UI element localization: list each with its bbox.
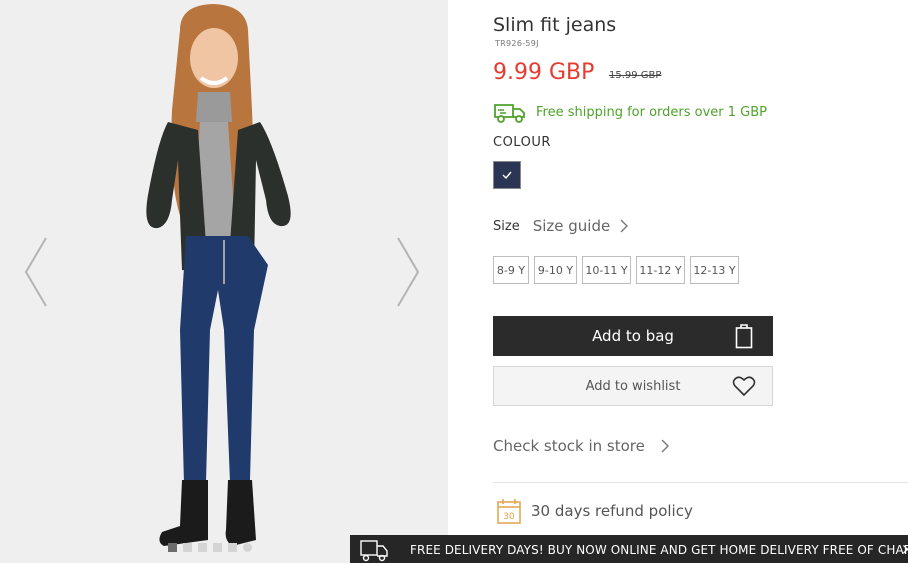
chevron-right-icon — [661, 439, 669, 453]
size-option[interactable]: 10-11 Y — [582, 256, 631, 284]
heart-icon — [732, 376, 756, 397]
gallery-dot[interactable] — [228, 543, 237, 552]
gallery-dot[interactable] — [213, 543, 222, 552]
close-banner-icon[interactable]: × — [901, 540, 908, 558]
check-stock-link[interactable]: Check stock in store — [493, 437, 669, 455]
size-label: Size — [493, 218, 520, 234]
product-info: Slim fit jeans TR926-59J 9.99 GBP 15.99 … — [493, 0, 908, 563]
free-shipping-notice: Free shipping for orders over 1 GBP — [493, 100, 767, 124]
delivery-truck-icon — [360, 540, 388, 562]
calendar-icon-text: 30 — [503, 512, 515, 522]
gallery-next-arrow-icon[interactable] — [396, 236, 420, 308]
add-to-bag-label: Add to bag — [592, 327, 674, 345]
product-photo — [146, 4, 291, 546]
calendar-icon: 30 — [497, 499, 521, 524]
gallery-dot[interactable] — [168, 543, 177, 552]
product-title: Slim fit jeans — [493, 14, 617, 36]
free-shipping-text: Free shipping for orders over 1 GBP — [536, 104, 768, 120]
refund-policy: 30 30 days refund policy — [497, 498, 693, 524]
add-to-bag-button[interactable]: Add to bag — [493, 316, 773, 356]
truck-icon — [494, 104, 525, 123]
refund-policy-text: 30 days refund policy — [531, 502, 693, 520]
gallery-dot[interactable] — [183, 543, 192, 552]
gallery-pagination — [168, 543, 252, 552]
product-gallery — [0, 0, 448, 563]
size-options: 8-9 Y 9-10 Y 10-11 Y 11-12 Y 12-13 Y — [493, 256, 739, 284]
chevron-right-icon — [620, 219, 629, 233]
size-option[interactable]: 9-10 Y — [534, 256, 577, 284]
check-stock-label: Check stock in store — [493, 437, 645, 455]
product-price: 9.99 GBP — [493, 60, 595, 85]
colour-swatch-navy[interactable] — [493, 161, 521, 189]
gallery-dot[interactable] — [243, 543, 252, 552]
product-old-price: 15.99 GBP — [609, 70, 662, 81]
gallery-dot[interactable] — [198, 543, 207, 552]
size-option[interactable]: 11-12 Y — [636, 256, 685, 284]
gallery-prev-arrow-icon[interactable] — [24, 236, 48, 308]
product-sku: TR926-59J — [495, 39, 539, 48]
check-icon — [502, 171, 512, 179]
size-option[interactable]: 12-13 Y — [690, 256, 739, 284]
delivery-banner: FREE DELIVERY DAYS! BUY NOW ONLINE AND G… — [350, 535, 908, 563]
size-guide-link[interactable]: Size guide — [533, 217, 611, 235]
add-to-wishlist-label: Add to wishlist — [585, 378, 681, 394]
size-option[interactable]: 8-9 Y — [493, 256, 529, 284]
size-row: Size Size guide — [493, 217, 629, 235]
divider — [493, 482, 908, 483]
colour-label: COLOUR — [493, 135, 551, 150]
shopping-bag-icon — [735, 324, 753, 349]
add-to-wishlist-button[interactable]: Add to wishlist — [493, 366, 773, 406]
delivery-banner-text: FREE DELIVERY DAYS! BUY NOW ONLINE AND G… — [410, 543, 908, 557]
